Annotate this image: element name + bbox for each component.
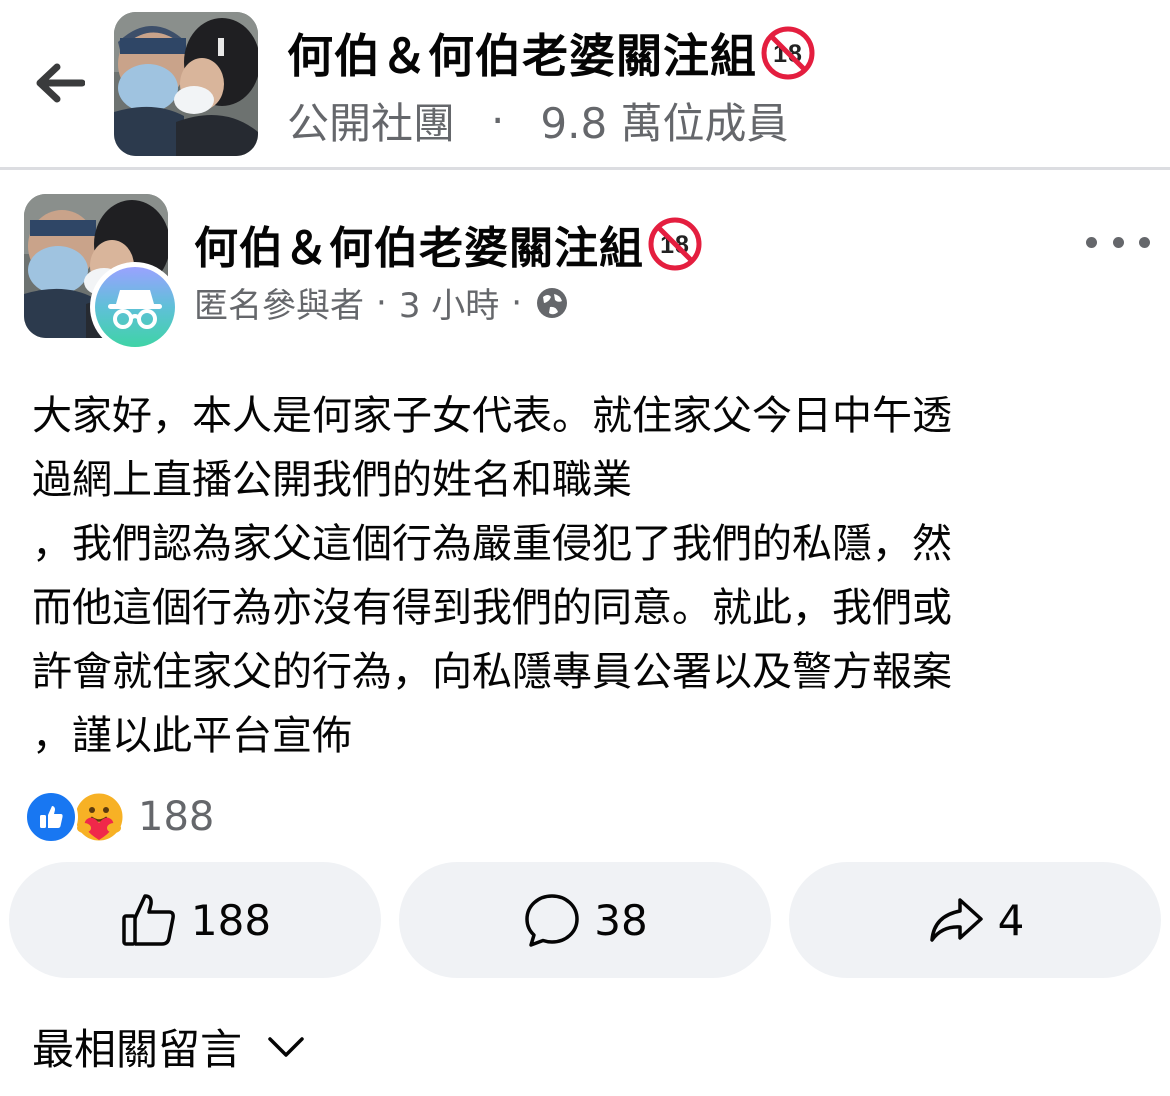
separator-dot: ·: [511, 282, 523, 323]
group-title[interactable]: 何伯＆何伯老婆關注組 18: [287, 20, 815, 86]
post-body-text: 大家好，本人是何家子女代表。就住家父今日中午透 過網上直播公開我們的姓名和職業 …: [32, 384, 1152, 768]
post-body-line: 大家好，本人是何家子女代表。就住家父今日中午透: [32, 393, 952, 439]
dot: [1112, 236, 1124, 248]
comment-bubble-icon: [525, 894, 580, 947]
like-count: 188: [190, 895, 272, 945]
post-body-line: 過網上直播公開我們的姓名和職業: [32, 457, 632, 503]
share-button[interactable]: 4: [789, 862, 1161, 978]
share-count: 4: [997, 895, 1025, 945]
chevron-down-icon: [268, 1036, 304, 1057]
share-arrow-icon: [929, 898, 983, 942]
post-body-line: ，謹以此平台宣佈: [32, 713, 352, 759]
group-title-text: 何伯＆何伯老婆關注組: [287, 29, 757, 83]
group-cover-thumbnail[interactable]: [114, 12, 258, 156]
post-meta: 匿名參與者 · 3 小時 ·: [194, 278, 570, 327]
post-body-line: ，我們認為家父這個行為嚴重侵犯了我們的私隱，然: [32, 521, 952, 567]
like-reaction-icon: [24, 790, 78, 844]
reaction-count: 188: [138, 794, 215, 840]
comment-button[interactable]: 38: [399, 862, 771, 978]
age-18-restricted-icon: 18: [761, 26, 815, 80]
anonymous-avatar[interactable]: [90, 262, 180, 352]
separator-dot: ·: [491, 96, 505, 145]
dot: [1139, 236, 1150, 248]
post-body-line: 許會就住家父的行為，向私隱專員公署以及警方報案: [32, 649, 952, 695]
post-body-line: 而他這個行為亦沒有得到我們的同意。就此，我們或: [32, 585, 952, 631]
separator-dot: ·: [376, 282, 387, 323]
comment-count: 38: [594, 895, 648, 945]
group-photo: [114, 12, 258, 156]
more-options-button[interactable]: [1086, 226, 1150, 258]
like-button[interactable]: 188: [9, 862, 381, 978]
care-reaction-icon: [72, 790, 126, 844]
reaction-summary[interactable]: 188: [24, 790, 214, 844]
group-subtitle: 公開社團 · 9.8 萬位成員: [287, 90, 789, 151]
thumbs-up-icon: [122, 894, 175, 946]
group-header: 何伯＆何伯老婆關注組 18 公開社團 · 9.8 萬位成員: [0, 0, 1170, 170]
age-18-restricted-icon: 18: [648, 217, 702, 271]
incognito-icon: [108, 290, 162, 329]
post-author[interactable]: 匿名參與者: [194, 278, 364, 327]
group-privacy: 公開社團: [287, 99, 456, 148]
post-group-title[interactable]: 何伯＆何伯老婆關注組 18: [194, 212, 702, 276]
comment-sort-dropdown[interactable]: 最相關留言: [32, 1016, 306, 1077]
dot: [1086, 236, 1097, 248]
arrow-left-icon: [36, 63, 85, 103]
back-button[interactable]: [28, 54, 92, 112]
globe-icon: [537, 287, 568, 318]
post-group-name: 何伯＆何伯老婆關注組: [194, 223, 644, 274]
post-timestamp[interactable]: 3 小時: [399, 278, 499, 327]
comment-sort-label: 最相關留言: [32, 1025, 243, 1074]
member-count[interactable]: 9.8 萬位成員: [540, 90, 788, 151]
